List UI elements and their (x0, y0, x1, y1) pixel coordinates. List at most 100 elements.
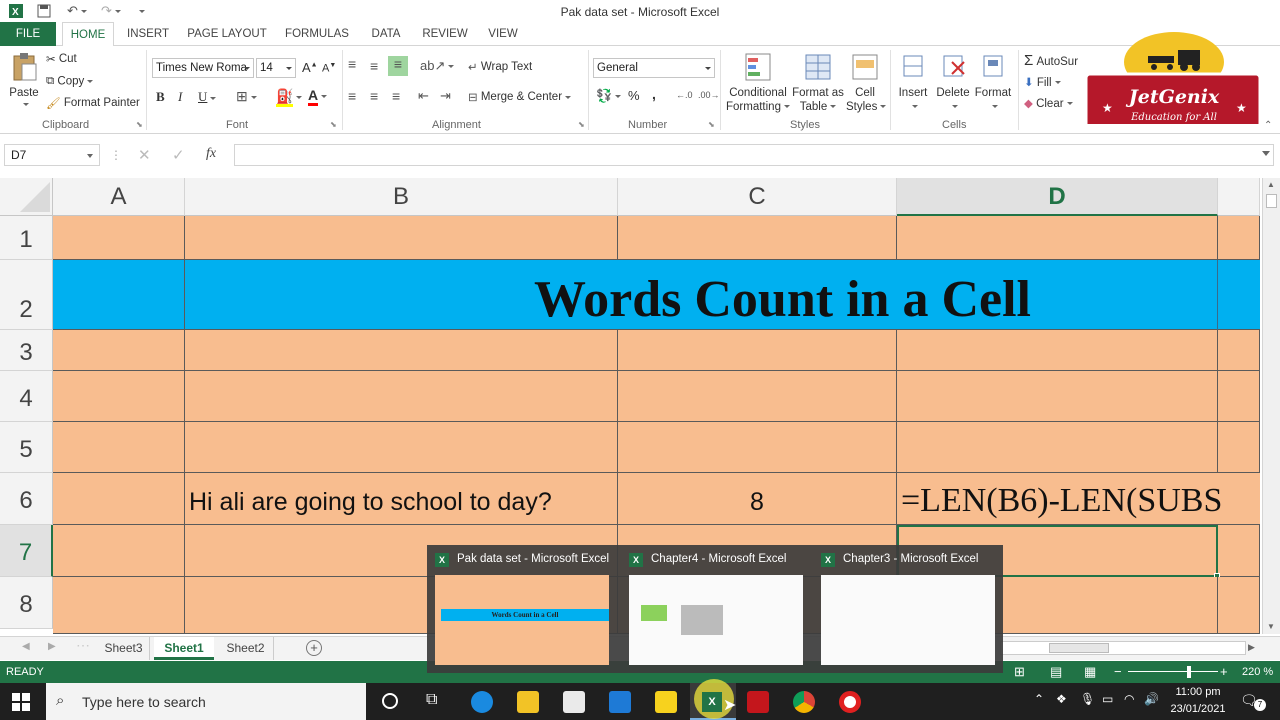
row-header-3[interactable]: 3 (0, 330, 53, 371)
thumbnail-chapter4[interactable]: X Chapter4 - Microsoft Excel (621, 545, 807, 673)
underline-button[interactable]: U (198, 89, 217, 105)
delete-cells-button[interactable]: Delete (934, 52, 972, 114)
show-hidden-icons[interactable]: ⌃ (1034, 692, 1044, 706)
tab-home[interactable]: HOME (62, 22, 114, 47)
orientation-icon[interactable]: ab↗ (420, 58, 455, 74)
scroll-up-icon[interactable]: ▲ (1267, 180, 1275, 189)
page-layout-view-icon[interactable]: ▤ (1050, 664, 1062, 680)
cell-d6[interactable]: =LEN(B6)-LEN(SUBS (897, 473, 1260, 525)
page-break-view-icon[interactable]: ▦ (1084, 664, 1096, 680)
comma-button[interactable]: , (652, 86, 656, 102)
cell-a7[interactable] (53, 525, 185, 577)
cell-e7[interactable] (1218, 525, 1260, 577)
percent-button[interactable]: % (628, 88, 640, 103)
decrease-indent-icon[interactable]: ⇤ (418, 88, 429, 104)
cell-a1[interactable] (53, 216, 185, 260)
align-bottom-icon[interactable]: ≡ (388, 56, 408, 76)
borders-icon[interactable]: ⊞ (236, 88, 257, 105)
cell-d1[interactable] (897, 216, 1218, 260)
zoom-slider-thumb[interactable] (1187, 666, 1191, 678)
clock-date[interactable]: 23/01/2021 (1166, 703, 1230, 715)
zoom-slider[interactable] (1128, 671, 1218, 672)
shrink-font-button[interactable]: A▼ (322, 62, 336, 75)
alignment-launcher-icon[interactable]: ⬊ (578, 120, 585, 129)
task-view-icon[interactable]: ⧉ (426, 691, 437, 709)
scroll-down-icon[interactable]: ▼ (1267, 622, 1275, 631)
cell-a2[interactable] (53, 260, 185, 330)
edge-icon[interactable] (471, 691, 493, 713)
tab-review[interactable]: REVIEW (418, 22, 472, 46)
cell-c3[interactable] (618, 330, 897, 371)
recorder-icon[interactable] (839, 691, 861, 713)
cell-e4[interactable] (1218, 371, 1260, 422)
bold-button[interactable]: B (156, 89, 165, 105)
zoom-in-icon[interactable]: + (1220, 664, 1228, 679)
decrease-decimal-icon[interactable]: .00→ (698, 90, 720, 100)
cell-b1[interactable] (185, 216, 618, 260)
fill-color-icon[interactable]: ⛽ (276, 88, 303, 107)
column-header-b[interactable]: B (185, 178, 618, 216)
align-right-icon[interactable]: ≡ (392, 88, 400, 104)
format-painter-button[interactable]: 🖌 Format Painter (46, 96, 140, 110)
select-all-corner[interactable] (0, 178, 53, 216)
wrap-text-button[interactable]: ↵ Wrap Text (468, 60, 532, 74)
paste-button[interactable]: Paste (8, 52, 40, 112)
sheet-tab-sheet1[interactable]: Sheet1 (154, 637, 214, 660)
cut-button[interactable]: ✂ Cut (46, 52, 77, 66)
cell-styles-button[interactable]: Cell Styles (846, 52, 887, 114)
taskbar-search-box[interactable]: ⌕ Type here to search (46, 683, 366, 720)
font-name-combo[interactable]: Times New Roma (152, 58, 254, 78)
tab-view[interactable]: VIEW (482, 22, 524, 46)
autosum-button[interactable]: Σ AutoSur (1024, 52, 1078, 69)
horizontal-scrollbar[interactable] (1000, 641, 1246, 655)
accounting-format-icon[interactable]: 💱 (596, 88, 622, 104)
clock-time[interactable]: 11:00 pm (1170, 686, 1226, 698)
store-icon[interactable] (563, 691, 585, 713)
row-header-5[interactable]: 5 (0, 422, 53, 473)
mail-icon[interactable] (609, 691, 631, 713)
align-left-icon[interactable]: ≡ (348, 88, 356, 104)
cell-c4[interactable] (618, 371, 897, 422)
number-launcher-icon[interactable]: ⬊ (708, 120, 715, 129)
row-header-1[interactable]: 1 (0, 216, 53, 260)
formula-input[interactable] (234, 144, 1274, 166)
acrobat-icon[interactable] (747, 691, 769, 713)
wifi-icon[interactable]: ◠ (1124, 692, 1134, 706)
normal-view-icon[interactable]: ⊞ (1014, 664, 1025, 680)
cell-d4[interactable] (897, 371, 1218, 422)
cell-e1[interactable] (1218, 216, 1260, 260)
name-box[interactable]: D7 (4, 144, 100, 166)
row-header-8[interactable]: 8 (0, 577, 53, 629)
cell-c6[interactable]: 8 (618, 473, 897, 525)
cell-d5[interactable] (897, 422, 1218, 473)
font-launcher-icon[interactable]: ⬊ (330, 120, 337, 129)
title-cell-b2[interactable]: Words Count in a Cell (185, 260, 1260, 330)
insert-function-icon[interactable]: fx (206, 146, 216, 162)
increase-decimal-icon[interactable]: ←.0 (676, 90, 693, 100)
chrome-icon[interactable] (793, 691, 815, 713)
windows-start-icon[interactable] (12, 693, 30, 714)
row-header-2[interactable]: 2 (0, 260, 53, 330)
dropbox-icon[interactable]: ❖ (1056, 692, 1067, 706)
scroll-right-icon[interactable]: ▶ (1248, 642, 1255, 653)
cell-e8[interactable] (1218, 577, 1260, 634)
cell-a4[interactable] (53, 371, 185, 422)
align-center-icon[interactable]: ≡ (370, 88, 378, 104)
font-size-combo[interactable]: 14 (256, 58, 296, 78)
cell-e5[interactable] (1218, 422, 1260, 473)
tab-formulas[interactable]: FORMULAS (282, 22, 352, 46)
vertical-scrollbar[interactable]: ▲ ▼ (1262, 178, 1280, 634)
cell-b4[interactable] (185, 371, 618, 422)
zoom-level[interactable]: 220 % (1242, 666, 1273, 678)
tab-page-layout[interactable]: PAGE LAYOUT (184, 22, 270, 46)
volume-icon[interactable]: 🔊 (1144, 692, 1159, 706)
collapse-ribbon-icon[interactable]: ⌃ (1264, 120, 1272, 131)
tab-data[interactable]: DATA (364, 22, 408, 46)
tab-file[interactable]: FILE (0, 22, 56, 46)
enter-icon[interactable]: ✓ (172, 146, 185, 164)
insert-cells-button[interactable]: Insert (896, 52, 930, 114)
clear-button[interactable]: ◆ Clear (1024, 96, 1073, 110)
thumbnail-chapter3[interactable]: X Chapter3 - Microsoft Excel (813, 545, 999, 673)
next-sheet-icon[interactable]: ▶ (48, 641, 56, 652)
expand-formula-icon[interactable] (1262, 151, 1270, 156)
